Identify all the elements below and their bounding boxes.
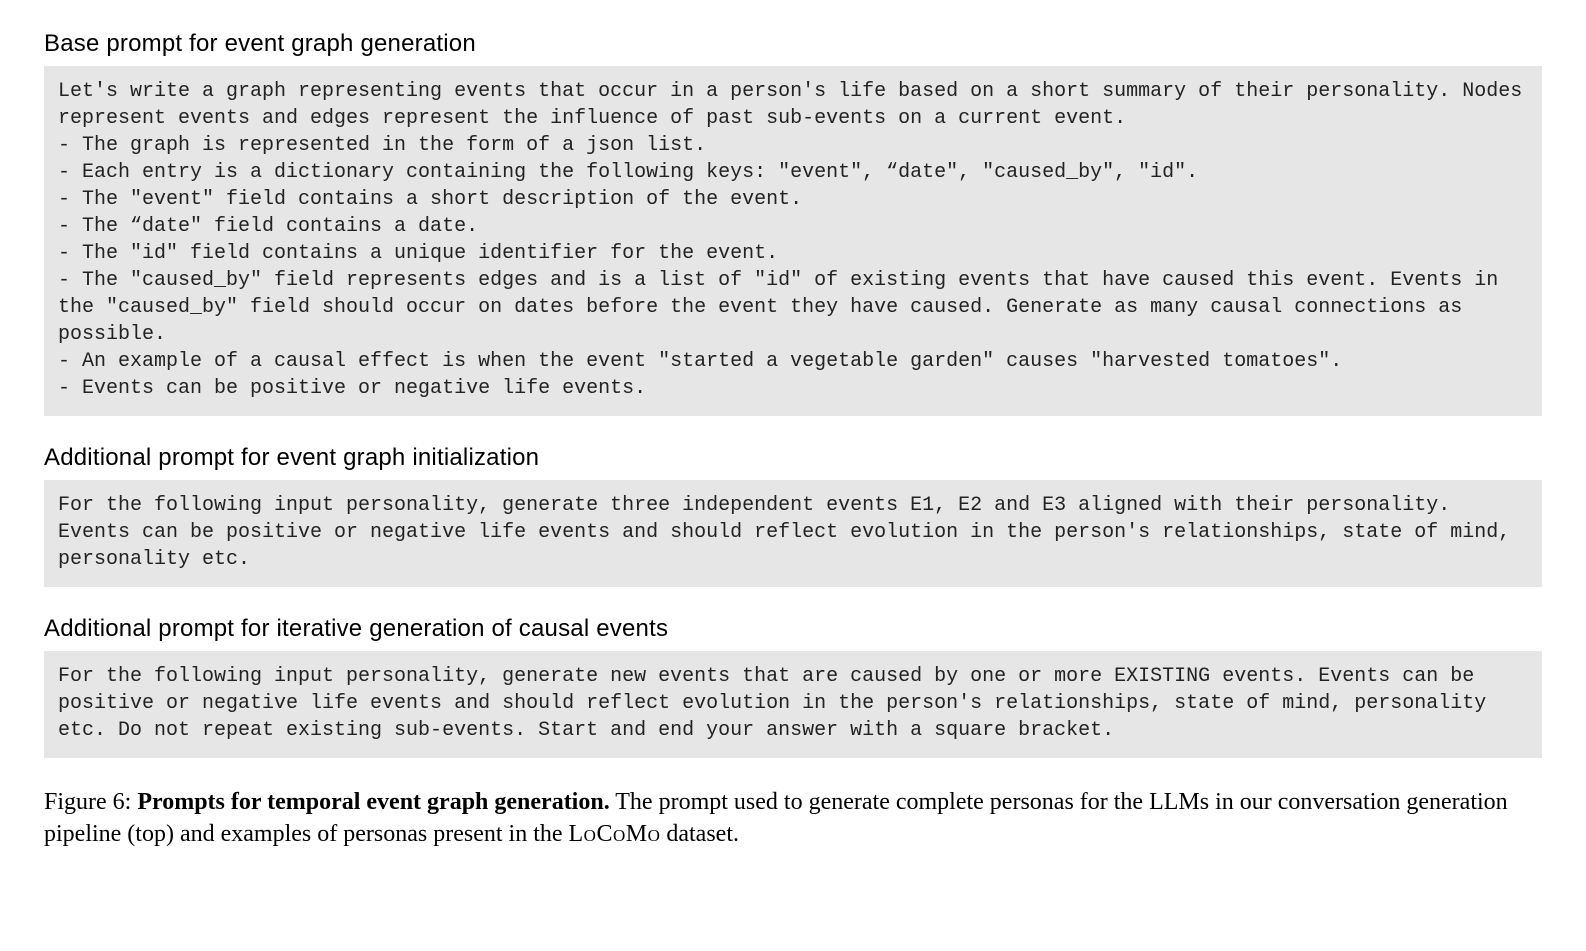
code-block: For the following input personality, gen… bbox=[44, 480, 1542, 587]
code-block: For the following input personality, gen… bbox=[44, 651, 1542, 758]
section-heading: Additional prompt for event graph initia… bbox=[44, 444, 1542, 472]
section-iterative-prompt: Additional prompt for iterative generati… bbox=[44, 615, 1542, 758]
caption-label: Figure 6: bbox=[44, 789, 131, 815]
section-init-prompt: Additional prompt for event graph initia… bbox=[44, 444, 1542, 587]
section-base-prompt: Base prompt for event graph generation L… bbox=[44, 30, 1542, 416]
caption-text-post: dataset. bbox=[660, 821, 739, 847]
code-block: Let's write a graph representing events … bbox=[44, 66, 1542, 416]
section-heading: Base prompt for event graph generation bbox=[44, 30, 1542, 58]
figure-caption: Figure 6: Prompts for temporal event gra… bbox=[44, 786, 1542, 851]
caption-title: Prompts for temporal event graph generat… bbox=[137, 789, 609, 815]
caption-dataset-name: LoCoMo bbox=[569, 821, 661, 847]
section-heading: Additional prompt for iterative generati… bbox=[44, 615, 1542, 643]
page: Base prompt for event graph generation L… bbox=[0, 0, 1586, 885]
